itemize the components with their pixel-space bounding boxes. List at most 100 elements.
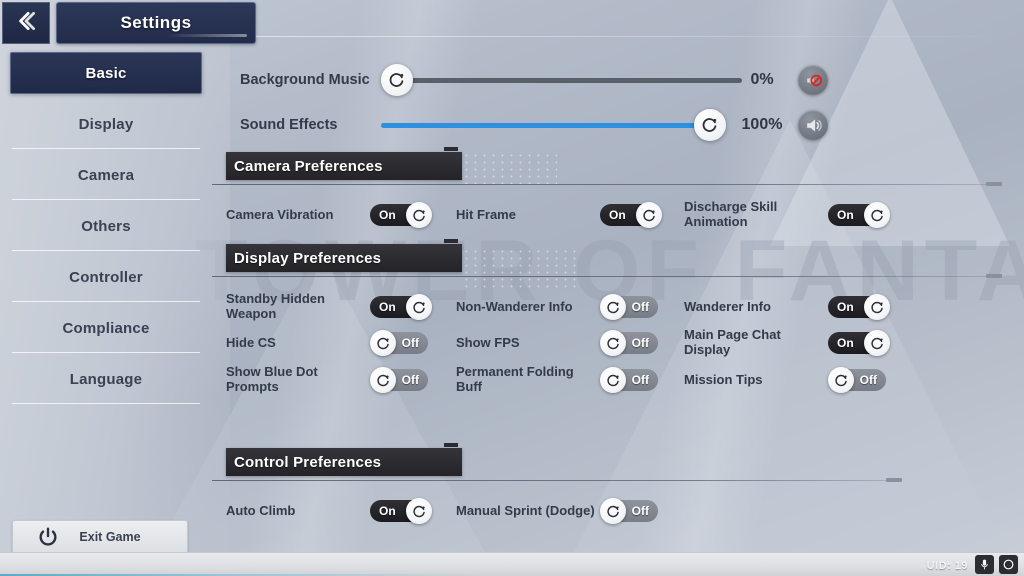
option-row: Camera Vibration — [226, 202, 366, 228]
toggle-knob — [864, 294, 890, 320]
slider-track-area[interactable] — [381, 64, 742, 96]
circle-icon[interactable] — [999, 555, 1018, 574]
toggle-state-label: Off — [631, 373, 649, 387]
header-divider — [256, 36, 1024, 37]
settings-panel: Background Music 0% Sound Effects 100% Came… — [212, 50, 1024, 552]
option-label: Permanent Folding Buff — [456, 364, 574, 394]
toggle-state-label: Off — [631, 336, 649, 350]
back-button[interactable] — [2, 2, 50, 44]
sidebar-item-others[interactable]: Others — [10, 205, 202, 251]
toggle-discharge-skill-animation[interactable]: On — [828, 202, 894, 228]
option-label: Mission Tips — [684, 371, 763, 387]
option-row: Wanderer Info — [684, 294, 824, 320]
sidebar-item-compliance[interactable]: Compliance — [10, 307, 202, 353]
sidebar-item-language[interactable]: Language — [10, 358, 202, 404]
toggle-state-label: Off — [631, 300, 649, 314]
toggle-knob — [406, 202, 432, 228]
option-row: Show FPS — [456, 330, 596, 356]
option-label: Standby Hidden Weapon — [226, 291, 325, 321]
sidebar-item-display[interactable]: Display — [10, 103, 202, 149]
toggle-knob — [406, 498, 432, 524]
toggle-show-fps[interactable]: Off — [600, 330, 666, 356]
toggle-non-wanderer-info[interactable]: Off — [600, 294, 666, 320]
exit-game-button[interactable]: Exit Game — [12, 520, 188, 554]
page-title: Settings — [56, 2, 256, 44]
sidebar-item-label: Display — [78, 115, 134, 133]
sidebar-item-label: Others — [81, 217, 131, 235]
section-divider — [212, 478, 902, 482]
section-header-label: Control Preferences — [234, 453, 382, 471]
option-row: Hide CS — [226, 330, 366, 356]
toggle-permanent-folding-buff[interactable]: Off — [600, 367, 666, 393]
slider-row: Sound Effects 100% — [226, 107, 828, 143]
page-title-label: Settings — [120, 13, 192, 32]
uid-label: UID: 19 — [926, 560, 968, 572]
option-label: Auto Climb — [226, 502, 296, 518]
toggle-show-blue-dot-prompts[interactable]: Off — [370, 367, 436, 393]
toggle-wanderer-info[interactable]: On — [828, 294, 894, 320]
toggle-main-page-chat-display[interactable]: On — [828, 330, 894, 356]
option-row: Manual Sprint (Dodge) — [456, 498, 596, 524]
option-row: Permanent Folding Buff — [456, 364, 596, 394]
sidebar-item-label: Controller — [69, 268, 143, 286]
sidebar-nav-list: Basic Display Camera Others Controller Compli… — [0, 52, 212, 404]
slider-track-fill — [381, 122, 726, 128]
sidebar-item-camera[interactable]: Camera — [10, 154, 202, 200]
option-label: Non-Wanderer Info — [456, 298, 573, 314]
sidebar-item-basic[interactable]: Basic — [10, 52, 202, 94]
slider-value: 100% — [741, 116, 783, 133]
toggle-state-label: On — [837, 208, 854, 222]
toggle-state-label: On — [379, 300, 396, 314]
option-label: Hit Frame — [456, 206, 516, 222]
option-row: Mission Tips — [684, 367, 824, 393]
toggle-knob — [864, 330, 890, 356]
exit-game-label: Exit Game — [79, 530, 141, 544]
slider-label: Sound Effects — [240, 117, 338, 133]
toggle-knob — [600, 294, 626, 320]
header: Settings — [0, 0, 1024, 46]
toggle-knob — [864, 202, 890, 228]
sidebar: Basic Display Camera Others Controller Compli… — [0, 52, 212, 552]
section-header: Camera Preferences — [226, 147, 462, 180]
option-label: Manual Sprint (Dodge) — [456, 502, 595, 518]
toggle-state-label: Off — [631, 504, 649, 518]
toggle-state-label: On — [837, 300, 854, 314]
microphone-icon[interactable] — [975, 555, 994, 574]
sidebar-item-divider — [12, 148, 200, 149]
speaker-muted-icon[interactable] — [798, 65, 828, 95]
sidebar-item-controller[interactable]: Controller — [10, 256, 202, 302]
option-label: Main Page Chat Display — [684, 327, 781, 357]
sidebar-item-divider — [12, 403, 200, 404]
option-label: Show FPS — [456, 334, 520, 350]
toggle-knob — [600, 498, 626, 524]
section-header: Control Preferences — [226, 443, 462, 476]
toggle-auto-climb[interactable]: On — [370, 498, 436, 524]
option-row: Discharge Skill Animation — [684, 199, 824, 229]
toggle-state-label: Off — [401, 336, 419, 350]
toggle-knob — [370, 330, 396, 356]
sidebar-item-divider — [12, 352, 200, 353]
sidebar-item-label: Camera — [77, 166, 135, 184]
speaker-icon[interactable] — [798, 110, 828, 140]
slider-track-area[interactable] — [381, 109, 726, 141]
toggle-hide-cs[interactable]: Off — [370, 330, 436, 356]
slider-knob[interactable] — [381, 64, 413, 96]
option-row: Main Page Chat Display — [684, 327, 824, 357]
slider-row: Background Music 0% — [226, 62, 828, 98]
option-row: Hit Frame — [456, 202, 596, 228]
toggle-standby-hidden-weapon[interactable]: On — [370, 294, 436, 320]
toggle-manual-sprint-dodge[interactable]: Off — [600, 498, 666, 524]
option-label: Camera Vibration — [226, 206, 334, 222]
toggle-mission-tips[interactable]: Off — [828, 367, 894, 393]
option-label: Discharge Skill Animation — [684, 199, 778, 229]
toggle-state-label: Off — [859, 373, 877, 387]
toggle-knob — [406, 294, 432, 320]
toggle-knob — [828, 367, 854, 393]
section-header-label: Camera Preferences — [234, 157, 383, 175]
toggle-hit-frame[interactable]: On — [600, 202, 666, 228]
option-row: Standby Hidden Weapon — [226, 291, 366, 321]
option-row: Non-Wanderer Info — [456, 294, 596, 320]
slider-knob[interactable] — [694, 109, 726, 141]
status-bar: UID: 19 — [0, 552, 1024, 576]
toggle-camera-vibration[interactable]: On — [370, 202, 436, 228]
